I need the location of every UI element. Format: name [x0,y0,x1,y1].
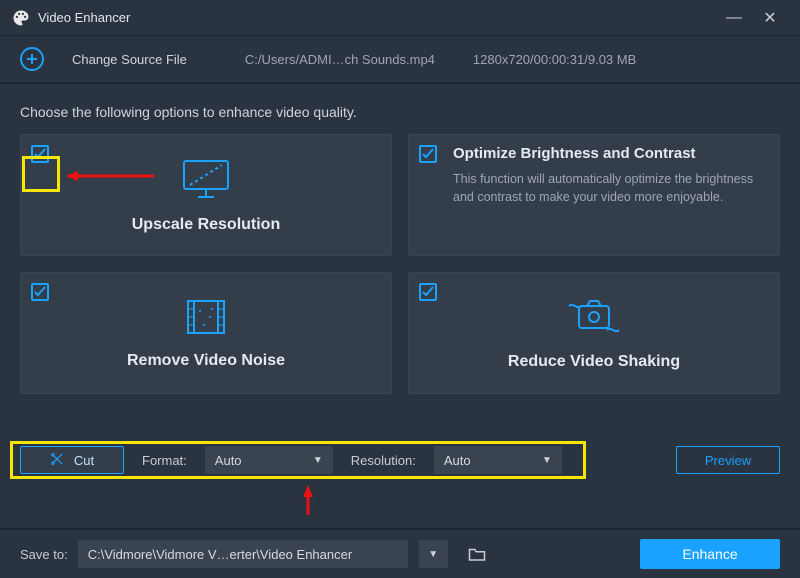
resolution-value: Auto [444,453,471,468]
format-select[interactable]: Auto ▼ [205,446,333,474]
controls-row: Cut Format: Auto ▼ Resolution: Auto ▼ Pr… [0,444,800,476]
resolution-label: Resolution: [351,453,416,468]
card-reduce-video-shaking[interactable]: Reduce Video Shaking [408,272,780,394]
minimize-button[interactable]: — [716,9,752,27]
scissors-icon [50,452,64,469]
instruction-text: Choose the following options to enhance … [0,84,800,134]
preview-button[interactable]: Preview [676,446,780,474]
chevron-down-icon: ▼ [542,455,552,466]
card-title: Optimize Brightness and Contrast [453,145,761,162]
card-title: Reduce Video Shaking [508,353,680,371]
cut-button[interactable]: Cut [20,446,124,474]
enhancement-cards: Upscale Resolution Optimize Brightness a… [0,134,800,394]
add-icon[interactable] [20,47,44,71]
cut-label: Cut [74,453,94,468]
save-to-label: Save to: [20,547,68,562]
bottom-bar: Save to: C:\Vidmore\Vidmore V…erter\Vide… [0,528,800,578]
save-path-value: C:\Vidmore\Vidmore V…erter\Video Enhance… [88,547,352,562]
resolution-select[interactable]: Auto ▼ [434,446,562,474]
preview-label: Preview [705,453,751,468]
checkbox-noise[interactable] [31,283,49,301]
palette-icon [12,9,30,27]
annotation-arrow-up [302,485,314,517]
chevron-down-icon: ▼ [313,455,323,466]
enhance-label: Enhance [682,546,737,562]
format-label: Format: [142,453,187,468]
monitor-icon [178,157,234,204]
enhance-button[interactable]: Enhance [640,539,780,569]
save-path-field[interactable]: C:\Vidmore\Vidmore V…erter\Video Enhance… [78,540,408,568]
source-bar: Change Source File C:/Users/ADMI…ch Soun… [0,36,800,84]
card-optimize-brightness[interactable]: Optimize Brightness and Contrast This fu… [408,134,780,256]
close-button[interactable]: ✕ [752,8,788,28]
card-description: This function will automatically optimiz… [453,170,761,206]
save-path-dropdown[interactable]: ▼ [418,540,448,568]
checkbox-upscale[interactable] [31,145,49,163]
film-icon [182,297,230,340]
camera-shake-icon [565,296,623,341]
source-path: C:/Users/ADMI…ch Sounds.mp4 [245,52,435,67]
checkbox-brightness[interactable] [419,145,437,163]
card-upscale-resolution[interactable]: Upscale Resolution [20,134,392,256]
change-source-link[interactable]: Change Source File [72,52,187,67]
folder-icon [468,546,486,562]
title-bar: Video Enhancer — ✕ [0,0,800,36]
source-meta: 1280x720/00:00:31/9.03 MB [473,52,636,67]
card-title: Remove Video Noise [127,352,285,370]
format-value: Auto [215,453,242,468]
chevron-down-icon: ▼ [428,549,438,560]
card-title: Upscale Resolution [132,216,280,234]
window-title: Video Enhancer [38,10,130,25]
card-remove-video-noise[interactable]: Remove Video Noise [20,272,392,394]
checkbox-shaking[interactable] [419,283,437,301]
open-folder-button[interactable] [462,540,492,568]
